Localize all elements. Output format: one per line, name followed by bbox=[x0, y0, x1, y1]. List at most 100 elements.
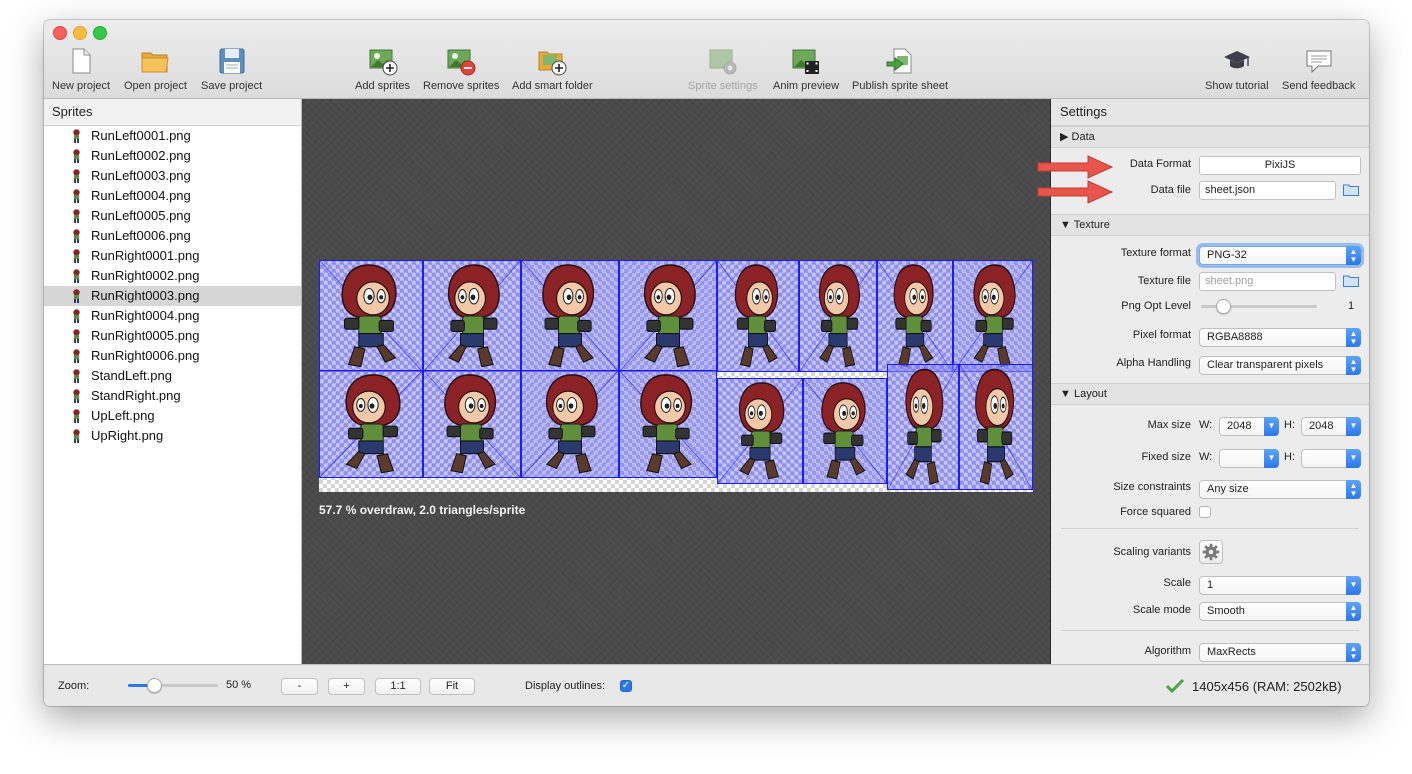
packed-sprite[interactable] bbox=[619, 370, 717, 478]
sprite-sheet-canvas[interactable]: 57.7 % overdraw, 2.0 triangles/sprite bbox=[302, 99, 1051, 664]
sprites-panel-title: Sprites bbox=[44, 99, 301, 126]
display-outlines-checkbox[interactable]: ✓ bbox=[620, 680, 632, 692]
sprite-list-item[interactable]: RunLeft0004.png bbox=[44, 186, 301, 206]
sprite-list-item[interactable]: StandLeft.png bbox=[44, 366, 301, 386]
sprite-list-item[interactable]: RunLeft0003.png bbox=[44, 166, 301, 186]
packed-sprite[interactable] bbox=[319, 370, 423, 478]
sprite-thumbnail-icon bbox=[73, 209, 80, 223]
sprite-thumbnail-icon bbox=[73, 369, 80, 383]
packed-sprite[interactable] bbox=[959, 364, 1033, 490]
layout-section-header[interactable]: ▼ Layout bbox=[1051, 383, 1369, 405]
texture-format-select[interactable]: PNG-32 ▲ ▼ bbox=[1199, 246, 1361, 265]
sprite-settings-button[interactable]: Sprite settings bbox=[688, 46, 758, 92]
scale-select[interactable]: 1 ▼ bbox=[1199, 576, 1361, 595]
send-feedback-label: Send feedback bbox=[1282, 80, 1356, 92]
sprite-list-item[interactable]: RunRight0002.png bbox=[44, 266, 301, 286]
save-project-button[interactable]: Save project bbox=[201, 46, 262, 92]
film-icon bbox=[792, 49, 820, 74]
packed-sprite[interactable] bbox=[717, 260, 799, 372]
sprite-list-item[interactable]: RunRight0004.png bbox=[44, 306, 301, 326]
expand-triangle-icon: ▶ bbox=[1060, 131, 1069, 143]
layout-section-label: Layout bbox=[1073, 388, 1107, 400]
sprite-frame-image bbox=[320, 371, 422, 477]
texture-section-header[interactable]: ▼ Texture bbox=[1051, 214, 1369, 236]
add-smart-folder-label: Add smart folder bbox=[512, 80, 593, 92]
alpha-handling-select[interactable]: Clear transparent pixels ▲ ▼ bbox=[1199, 356, 1361, 375]
sprite-list-item[interactable]: StandRight.png bbox=[44, 386, 301, 406]
sprite-thumbnail-icon bbox=[73, 329, 80, 343]
sprite-sheet-preview[interactable] bbox=[319, 260, 1033, 492]
browse-folder-icon[interactable] bbox=[1343, 184, 1359, 196]
sprite-list-item[interactable]: RunRight0003.png bbox=[44, 286, 301, 306]
minimize-window-button[interactable] bbox=[73, 26, 87, 40]
sprite-list-item[interactable]: UpLeft.png bbox=[44, 406, 301, 426]
packed-sprite[interactable] bbox=[877, 260, 953, 372]
sprite-list-item-label: RunRight0005.png bbox=[91, 328, 200, 343]
anim-preview-button[interactable]: Anim preview bbox=[773, 46, 839, 92]
texture-format-label: Texture format bbox=[1120, 247, 1191, 259]
remove-sprites-button[interactable]: Remove sprites bbox=[423, 46, 499, 92]
algorithm-select[interactable]: MaxRects ▲ ▼ bbox=[1199, 643, 1361, 662]
data-section-header[interactable]: ▶ Data bbox=[1051, 126, 1369, 148]
sprite-list-item[interactable]: UpRight.png bbox=[44, 426, 301, 446]
chevron-down-icon: ▼ bbox=[1346, 576, 1361, 595]
sprite-list-item[interactable]: RunLeft0001.png bbox=[44, 126, 301, 146]
sprite-thumbnail-icon bbox=[73, 429, 80, 443]
packed-sprite[interactable] bbox=[423, 370, 521, 478]
close-window-button[interactable] bbox=[53, 26, 67, 40]
zoom-out-button[interactable]: - bbox=[281, 678, 318, 695]
packed-sprite[interactable] bbox=[521, 260, 619, 372]
zoom-actual-size-button[interactable]: 1:1 bbox=[375, 678, 421, 695]
show-tutorial-button[interactable]: Show tutorial bbox=[1205, 46, 1269, 92]
sprite-list-item[interactable]: RunLeft0006.png bbox=[44, 226, 301, 246]
packed-sprite[interactable] bbox=[619, 260, 717, 372]
send-feedback-button[interactable]: Send feedback bbox=[1282, 46, 1355, 92]
sprite-list-item[interactable]: RunLeft0002.png bbox=[44, 146, 301, 166]
png-opt-level-label: Png Opt Level bbox=[1121, 300, 1191, 312]
open-project-button[interactable]: Open project bbox=[124, 46, 187, 92]
data-format-button[interactable]: PixiJS bbox=[1199, 156, 1361, 175]
packed-sprite[interactable] bbox=[319, 260, 423, 372]
scaling-variants-button[interactable] bbox=[1199, 540, 1223, 564]
stepper-arrows-icon: ▲ ▼ bbox=[1346, 356, 1361, 375]
add-smart-folder-button[interactable]: Add smart folder bbox=[512, 46, 593, 92]
divider bbox=[1061, 630, 1359, 631]
packed-sprite[interactable] bbox=[887, 364, 959, 490]
texture-file-field[interactable]: sheet.png bbox=[1199, 272, 1336, 291]
max-h-label: H: bbox=[1284, 419, 1295, 431]
max-height-select[interactable]: 2048 ▼ bbox=[1301, 417, 1361, 436]
fixed-height-select[interactable]: ▼ bbox=[1301, 449, 1361, 468]
packed-sprite[interactable] bbox=[799, 260, 877, 372]
add-sprites-button[interactable]: Add sprites bbox=[355, 46, 410, 92]
packed-sprite[interactable] bbox=[423, 260, 521, 372]
sprite-thumbnail-icon bbox=[73, 189, 80, 203]
force-squared-checkbox[interactable] bbox=[1199, 506, 1211, 518]
packed-sprite[interactable] bbox=[803, 378, 887, 484]
zoom-fit-button[interactable]: Fit bbox=[429, 678, 475, 695]
packed-sprite[interactable] bbox=[717, 378, 803, 484]
publish-sprite-sheet-button[interactable]: Publish sprite sheet bbox=[852, 46, 948, 92]
packed-sprite[interactable] bbox=[953, 260, 1033, 372]
checkmark-icon bbox=[1166, 678, 1184, 693]
size-constraints-select[interactable]: Any size ▲ ▼ bbox=[1199, 480, 1361, 499]
sprite-list-item-label: RunRight0001.png bbox=[91, 248, 200, 263]
max-width-select[interactable]: 2048 ▼ bbox=[1219, 417, 1279, 436]
sprite-list-item[interactable]: RunRight0006.png bbox=[44, 346, 301, 366]
sprite-list-item-label: RunRight0003.png bbox=[91, 288, 200, 303]
zoom-window-button[interactable] bbox=[93, 26, 107, 40]
fixed-width-select[interactable]: ▼ bbox=[1219, 449, 1279, 468]
new-project-button[interactable]: New project bbox=[52, 46, 110, 92]
anim-preview-label: Anim preview bbox=[773, 80, 840, 92]
sprite-list-item[interactable]: RunRight0001.png bbox=[44, 246, 301, 266]
png-opt-level-knob[interactable] bbox=[1216, 299, 1231, 314]
sprite-list-item[interactable]: RunLeft0005.png bbox=[44, 206, 301, 226]
browse-folder-icon[interactable] bbox=[1343, 275, 1359, 287]
sprite-list-item[interactable]: RunRight0005.png bbox=[44, 326, 301, 346]
data-file-field[interactable]: sheet.json bbox=[1199, 181, 1336, 200]
zoom-slider-knob[interactable] bbox=[147, 678, 162, 693]
packed-sprite[interactable] bbox=[521, 370, 619, 478]
zoom-in-button[interactable]: + bbox=[328, 678, 365, 695]
scale-mode-select[interactable]: Smooth ▲ ▼ bbox=[1199, 602, 1361, 621]
sprite-list[interactable]: RunLeft0001.png RunLeft0002.png RunLeft000… bbox=[44, 126, 301, 446]
pixel-format-select[interactable]: RGBA8888 ▲ ▼ bbox=[1199, 328, 1361, 347]
